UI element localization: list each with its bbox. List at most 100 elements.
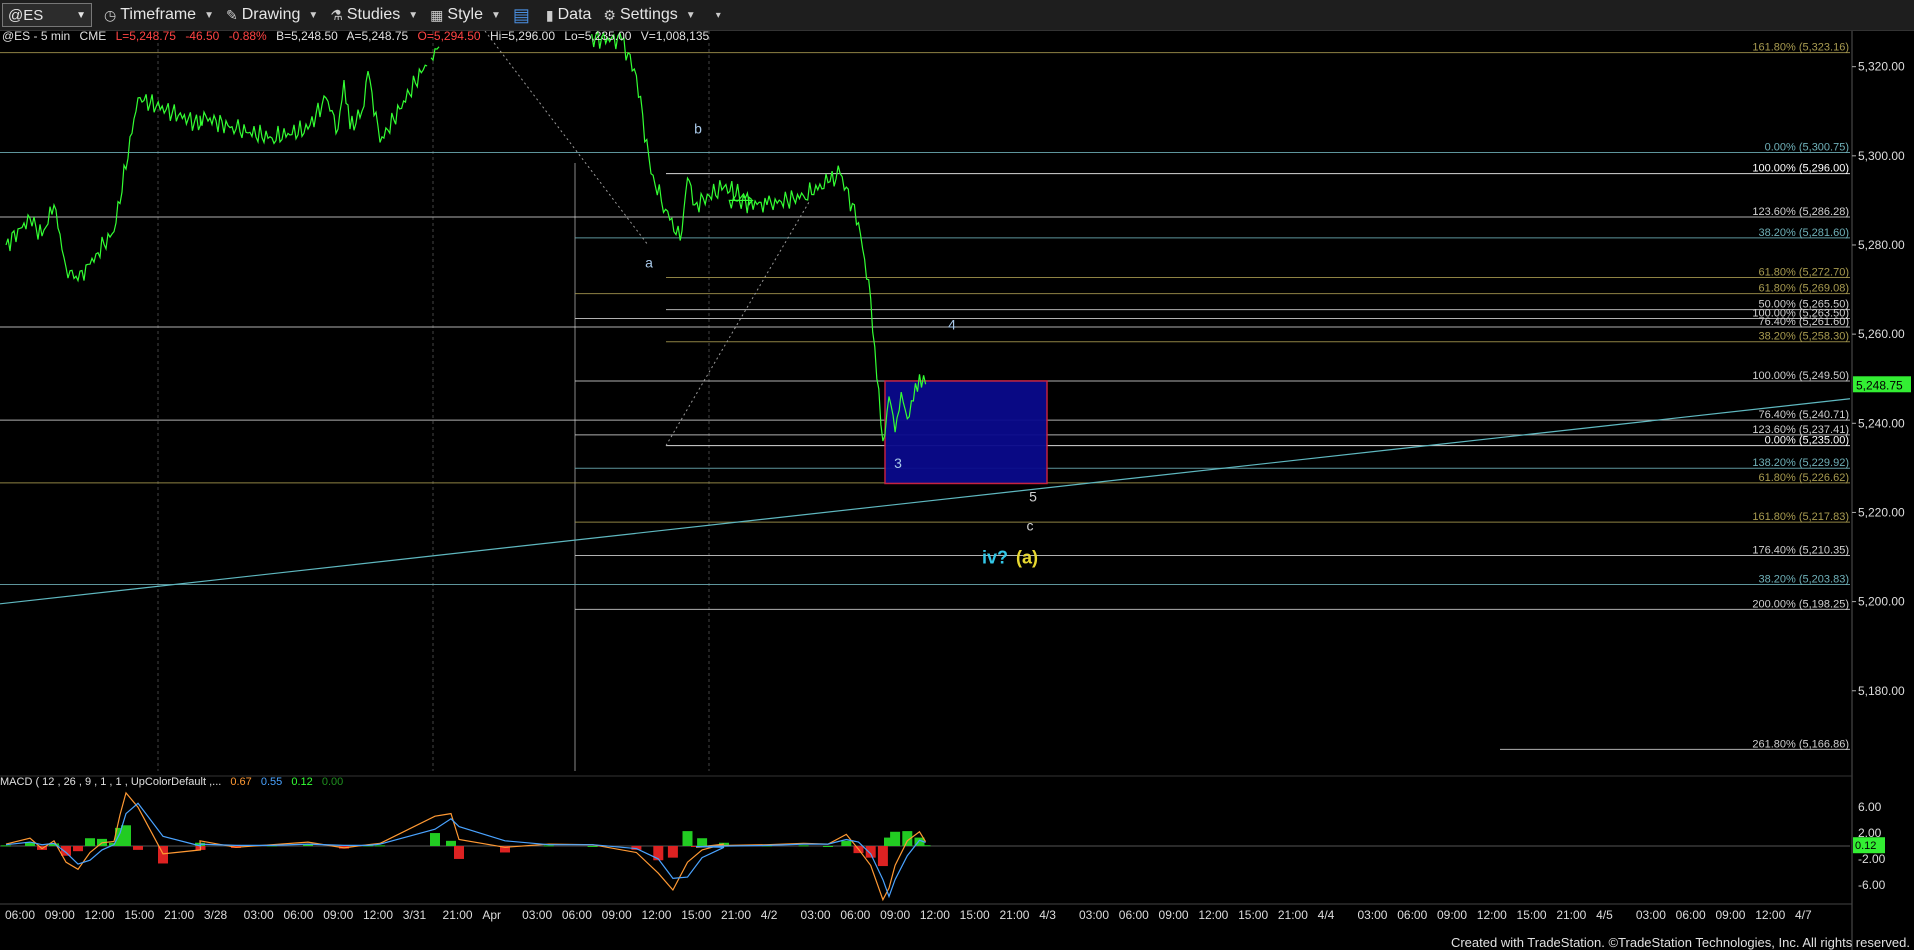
- macd-signal-value: 0.55: [261, 776, 282, 788]
- toolbar: @ES ▼ ◷ Timeframe ▼ ✎ Drawing ▼ ⚗ Studie…: [0, 0, 1914, 31]
- macd-hist-bar: [85, 838, 95, 846]
- fib-level-label: 200.00% (5,198.25): [1752, 598, 1849, 610]
- macd-hist-bar: [61, 846, 71, 856]
- fib-level-label: 176.40% (5,210.35): [1752, 544, 1849, 556]
- x-tick-label: 09:00: [880, 908, 910, 922]
- macd-hist-bar: [133, 846, 143, 850]
- macd-hist-bar: [73, 846, 83, 852]
- info-ask: A=5,248.75: [346, 31, 408, 43]
- macd-hist-bar: [158, 846, 168, 864]
- macd-pane: 6.002.00-2.00-6.000.12: [0, 775, 1886, 902]
- info-open: O=5,294.50: [418, 31, 481, 43]
- x-tick-label: 21:00: [1278, 908, 1308, 922]
- symbol-selector[interactable]: @ES ▼: [2, 3, 92, 27]
- fib-level-label: 100.00% (5,296.00): [1752, 163, 1849, 175]
- fib-level-label: 38.20% (5,281.60): [1758, 227, 1849, 239]
- macd-label: MACD ( 12 , 26 , 9 , 1 , 1 , UpColorDefa…: [0, 776, 221, 788]
- macd-hist-bar: [667, 846, 678, 858]
- fib-level-label: 61.80% (5,269.08): [1758, 283, 1849, 295]
- fib-level-label: 38.20% (5,258.30): [1758, 331, 1849, 343]
- y-tick-label: 5,240.00: [1858, 416, 1905, 430]
- x-tick-label: 06:00: [5, 908, 35, 922]
- drawing-button[interactable]: ✎ Drawing ▼: [226, 6, 318, 24]
- y-tick-label: 5,180.00: [1858, 684, 1905, 698]
- x-tick-label: 09:00: [45, 908, 75, 922]
- chevron-down-icon: ▼: [490, 9, 501, 21]
- info-low: Lo=5,235.00: [564, 31, 631, 43]
- x-tick-label: 21:00: [164, 908, 194, 922]
- macd-hist-bar: [1, 845, 11, 847]
- x-tick-label: 12:00: [85, 908, 115, 922]
- macd-hist-bar: [587, 846, 598, 847]
- x-tick-label: 06:00: [840, 908, 870, 922]
- x-tick-label: 12:00: [1477, 908, 1507, 922]
- x-tick-label: 4/5: [1596, 908, 1613, 922]
- wave-label: (a): [1016, 548, 1038, 568]
- fib-level-label: 161.80% (5,323.16): [1752, 42, 1849, 54]
- macd-hist-bar: [454, 846, 464, 859]
- fib-level-label: 0.00% (5,300.75): [1765, 141, 1849, 153]
- macd-tick-label: -2.00: [1858, 852, 1886, 866]
- x-tick-label: 3/28: [204, 908, 228, 922]
- fib-level-label: 261.80% (5,166.86): [1752, 738, 1849, 750]
- y-tick-label: 5,220.00: [1858, 505, 1905, 519]
- macd-hist-value: 0.12: [291, 776, 312, 788]
- more-button[interactable]: ▾: [708, 10, 721, 21]
- fib-level-label: 0.00% (5,235.00): [1765, 435, 1849, 447]
- x-tick-label: 03:00: [244, 908, 274, 922]
- macd-hist-bar: [653, 846, 664, 861]
- layout-button[interactable]: ▤: [513, 5, 534, 26]
- macd-tick-label: -6.00: [1858, 878, 1886, 892]
- fib-level-label: 100.00% (5,249.50): [1752, 370, 1849, 382]
- style-icon: ▦: [430, 6, 444, 23]
- wave-label: 3: [894, 455, 902, 471]
- info-change: -46.50: [185, 31, 219, 43]
- x-tick-label: Apr: [482, 908, 501, 922]
- target-zone-box: [884, 380, 1048, 485]
- style-button[interactable]: ▦ Style ▼: [430, 6, 501, 24]
- x-tick-label: 09:00: [1715, 908, 1745, 922]
- macd-hist-bar: [890, 831, 901, 846]
- fib-level-label: 161.80% (5,217.83): [1752, 511, 1849, 523]
- x-tick-label: 4/2: [761, 908, 778, 922]
- chevron-down-icon: ▼: [685, 9, 696, 21]
- fib-level-label: 61.80% (5,272.70): [1758, 267, 1849, 279]
- macd-hist-bar: [865, 846, 876, 858]
- info-last: L=5,248.75: [116, 31, 177, 43]
- settings-button[interactable]: ⚙ Settings ▼: [603, 6, 695, 24]
- x-tick-label: 03:00: [522, 908, 552, 922]
- x-tick-label: 03:00: [1079, 908, 1109, 922]
- x-tick-label: 21:00: [721, 908, 751, 922]
- chevron-down-icon: ▼: [408, 9, 419, 21]
- y-tick-label: 5,260.00: [1858, 327, 1905, 341]
- studies-button[interactable]: ⚗ Studies ▼: [330, 6, 418, 24]
- x-tick-label: 12:00: [641, 908, 671, 922]
- info-bid: B=5,248.50: [276, 31, 338, 43]
- macd-hist-bar: [682, 831, 693, 846]
- x-tick-label: 4/7: [1795, 908, 1812, 922]
- x-tick-label: 4/3: [1039, 908, 1056, 922]
- macd-hist-bar: [430, 833, 440, 846]
- x-tick-label: 03:00: [1636, 908, 1666, 922]
- x-tick-label: 21:00: [1556, 908, 1586, 922]
- timeframe-label: Timeframe: [120, 6, 197, 23]
- chart-area[interactable]: 161.80% (5,323.16) 0.00% (5,300.75) 100.00…: [0, 31, 1914, 950]
- x-tick-label: 3/31: [403, 908, 427, 922]
- data-button[interactable]: ▮ Data: [546, 6, 592, 24]
- macd-hist-bar: [375, 845, 385, 847]
- data-label: Data: [557, 6, 592, 23]
- macd-hist-bar: [697, 838, 708, 846]
- symbol-value: @ES: [8, 6, 44, 24]
- info-high: Hi=5,296.00: [490, 31, 555, 43]
- macd-hist-bar: [543, 845, 554, 847]
- x-tick-label: 15:00: [1517, 908, 1547, 922]
- timeframe-button[interactable]: ◷ Timeframe ▼: [104, 6, 214, 24]
- drawing-label: Drawing: [241, 6, 301, 23]
- macd-tick-label: 6.00: [1858, 800, 1882, 814]
- macd-hist-bar: [446, 840, 456, 846]
- fib-level-label: 138.20% (5,229.92): [1752, 457, 1849, 469]
- macd-hist-bar: [920, 845, 931, 847]
- macd-header: MACD ( 12 , 26 , 9 , 1 , 1 , UpColorDefa…: [0, 776, 343, 788]
- wave-label: b: [694, 121, 702, 137]
- wave-label: 4: [948, 317, 956, 333]
